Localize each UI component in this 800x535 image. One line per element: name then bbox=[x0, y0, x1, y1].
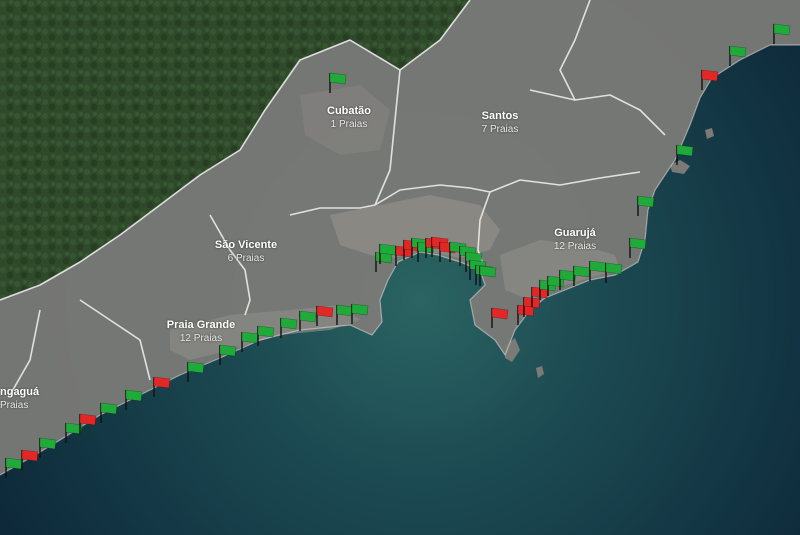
green-flag bbox=[336, 304, 354, 317]
city-name: Santos bbox=[481, 110, 519, 122]
city-name: Cubatão bbox=[327, 105, 371, 117]
green-flag bbox=[39, 437, 57, 450]
city-name: ngaguá bbox=[0, 386, 40, 398]
green-flag bbox=[187, 361, 205, 374]
red-flag bbox=[316, 305, 334, 318]
red-flag bbox=[153, 376, 171, 389]
city-beach-count: Praias bbox=[0, 400, 29, 411]
city-beach-count: 12 Praias bbox=[179, 333, 223, 344]
red-flag bbox=[701, 69, 719, 82]
map-canvas bbox=[0, 0, 800, 535]
city-beach-count: 12 Praias bbox=[553, 241, 597, 252]
green-flag bbox=[280, 317, 298, 330]
red-flag bbox=[491, 307, 509, 320]
green-flag bbox=[637, 195, 655, 208]
green-flag bbox=[219, 344, 237, 357]
city-label-cubatao[interactable]: Cubatão 1 Praias bbox=[327, 105, 371, 130]
green-flag bbox=[676, 144, 694, 157]
green-flag bbox=[629, 237, 647, 250]
city-beach-count: 7 Praias bbox=[481, 124, 519, 135]
green-flag bbox=[589, 260, 607, 273]
red-flag bbox=[79, 413, 97, 426]
city-label-sao-vicente[interactable]: São Vicente 6 Praias bbox=[215, 239, 277, 264]
city-label-mongagua[interactable]: ngaguá Praias bbox=[0, 386, 39, 411]
city-label-santos[interactable]: Santos 7 Praias bbox=[482, 110, 519, 135]
city-beach-count: 1 Praias bbox=[330, 119, 368, 130]
city-beach-count: 6 Praias bbox=[227, 253, 265, 264]
green-flag bbox=[379, 243, 397, 256]
green-flag bbox=[479, 265, 497, 278]
red-flag bbox=[21, 449, 39, 462]
city-name: Praia Grande bbox=[166, 319, 236, 331]
green-flag bbox=[299, 310, 317, 323]
green-flag bbox=[573, 265, 591, 278]
city-label-guaruja[interactable]: Guarujá 12 Praias bbox=[554, 227, 596, 252]
green-flag bbox=[605, 262, 623, 275]
green-flag bbox=[351, 303, 369, 316]
city-name: Guarujá bbox=[554, 227, 596, 239]
green-flag bbox=[125, 389, 143, 402]
green-flag bbox=[241, 331, 259, 344]
green-flag bbox=[329, 72, 347, 85]
green-flag bbox=[5, 457, 23, 470]
green-flag bbox=[773, 23, 791, 36]
city-name: São Vicente bbox=[214, 239, 278, 251]
green-flag bbox=[257, 325, 275, 338]
green-flag bbox=[100, 402, 118, 415]
green-flag bbox=[729, 45, 747, 58]
beach-map[interactable]: Cubatão 1 Praias Santos 7 Praias São Vic… bbox=[0, 0, 800, 535]
city-label-praia-grande[interactable]: Praia Grande 12 Praias bbox=[167, 319, 235, 344]
